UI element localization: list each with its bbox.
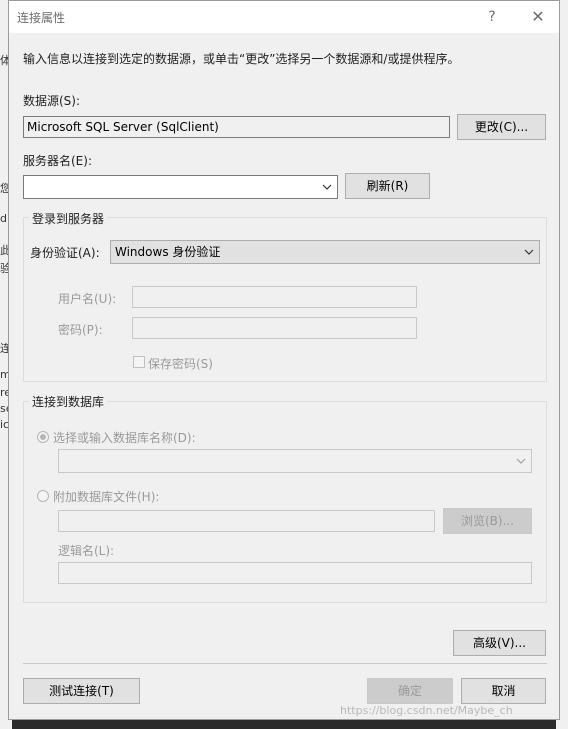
server-name-combobox[interactable] [23,175,338,199]
ok-button[interactable]: 确定 [367,678,453,704]
datasource-field: Microsoft SQL Server (SqlClient) [23,116,450,138]
chevron-down-icon[interactable] [522,241,536,263]
logical-name-input[interactable] [58,562,532,584]
select-database-radio[interactable] [37,431,49,443]
login-group-title: 登录到服务器 [29,210,108,227]
title-bar: 连接属性 ? ✕ [9,1,559,33]
watermark: https://blog.csdn.net/Maybe_ch [340,704,513,717]
attach-database-label: 附加数据库文件(H): [53,490,160,504]
save-password-label: 保存密码(S) [148,357,213,371]
password-label: 密码(P): [58,323,103,337]
database-name-combobox[interactable] [58,449,532,473]
username-label: 用户名(U): [58,292,117,306]
dialog-title: 连接属性 [17,11,66,25]
auth-value: Windows 身份验证 [115,245,221,259]
chevron-down-icon[interactable] [514,450,528,472]
chevron-down-icon[interactable] [320,176,334,198]
browse-button[interactable]: 浏览(B)... [443,508,532,534]
auth-combobox[interactable]: Windows 身份验证 [110,240,540,264]
auth-label: 身份验证(A): [30,246,100,260]
server-name-label: 服务器名(E): [23,154,92,168]
attach-database-radio[interactable] [37,490,49,502]
connection-properties-dialog: 连接属性 ? ✕ 输入信息以连接到选定的数据源，或单击“更改”选择另一个数据源和… [8,0,560,720]
save-password-checkbox[interactable] [133,356,145,368]
datasource-label: 数据源(S): [23,94,81,108]
cancel-button[interactable]: 取消 [461,678,546,704]
attach-file-input[interactable] [58,510,435,532]
logical-name-label: 逻辑名(L): [58,544,115,558]
change-datasource-button[interactable]: 更改(C)... [457,114,546,140]
advanced-button[interactable]: 高级(V)... [453,630,546,656]
divider [23,663,547,664]
select-database-label: 选择或输入数据库名称(D): [53,431,196,445]
password-input[interactable] [132,317,417,339]
help-icon[interactable]: ? [477,5,507,29]
test-connection-button[interactable]: 测试连接(T) [23,678,140,704]
intro-text: 输入信息以连接到选定的数据源，或单击“更改”选择另一个数据源和/或提供程序。 [23,52,460,66]
close-icon[interactable]: ✕ [523,5,553,29]
refresh-button[interactable]: 刷新(R) [345,173,430,199]
database-group-title: 连接到数据库 [29,393,108,410]
username-input[interactable] [132,286,417,308]
